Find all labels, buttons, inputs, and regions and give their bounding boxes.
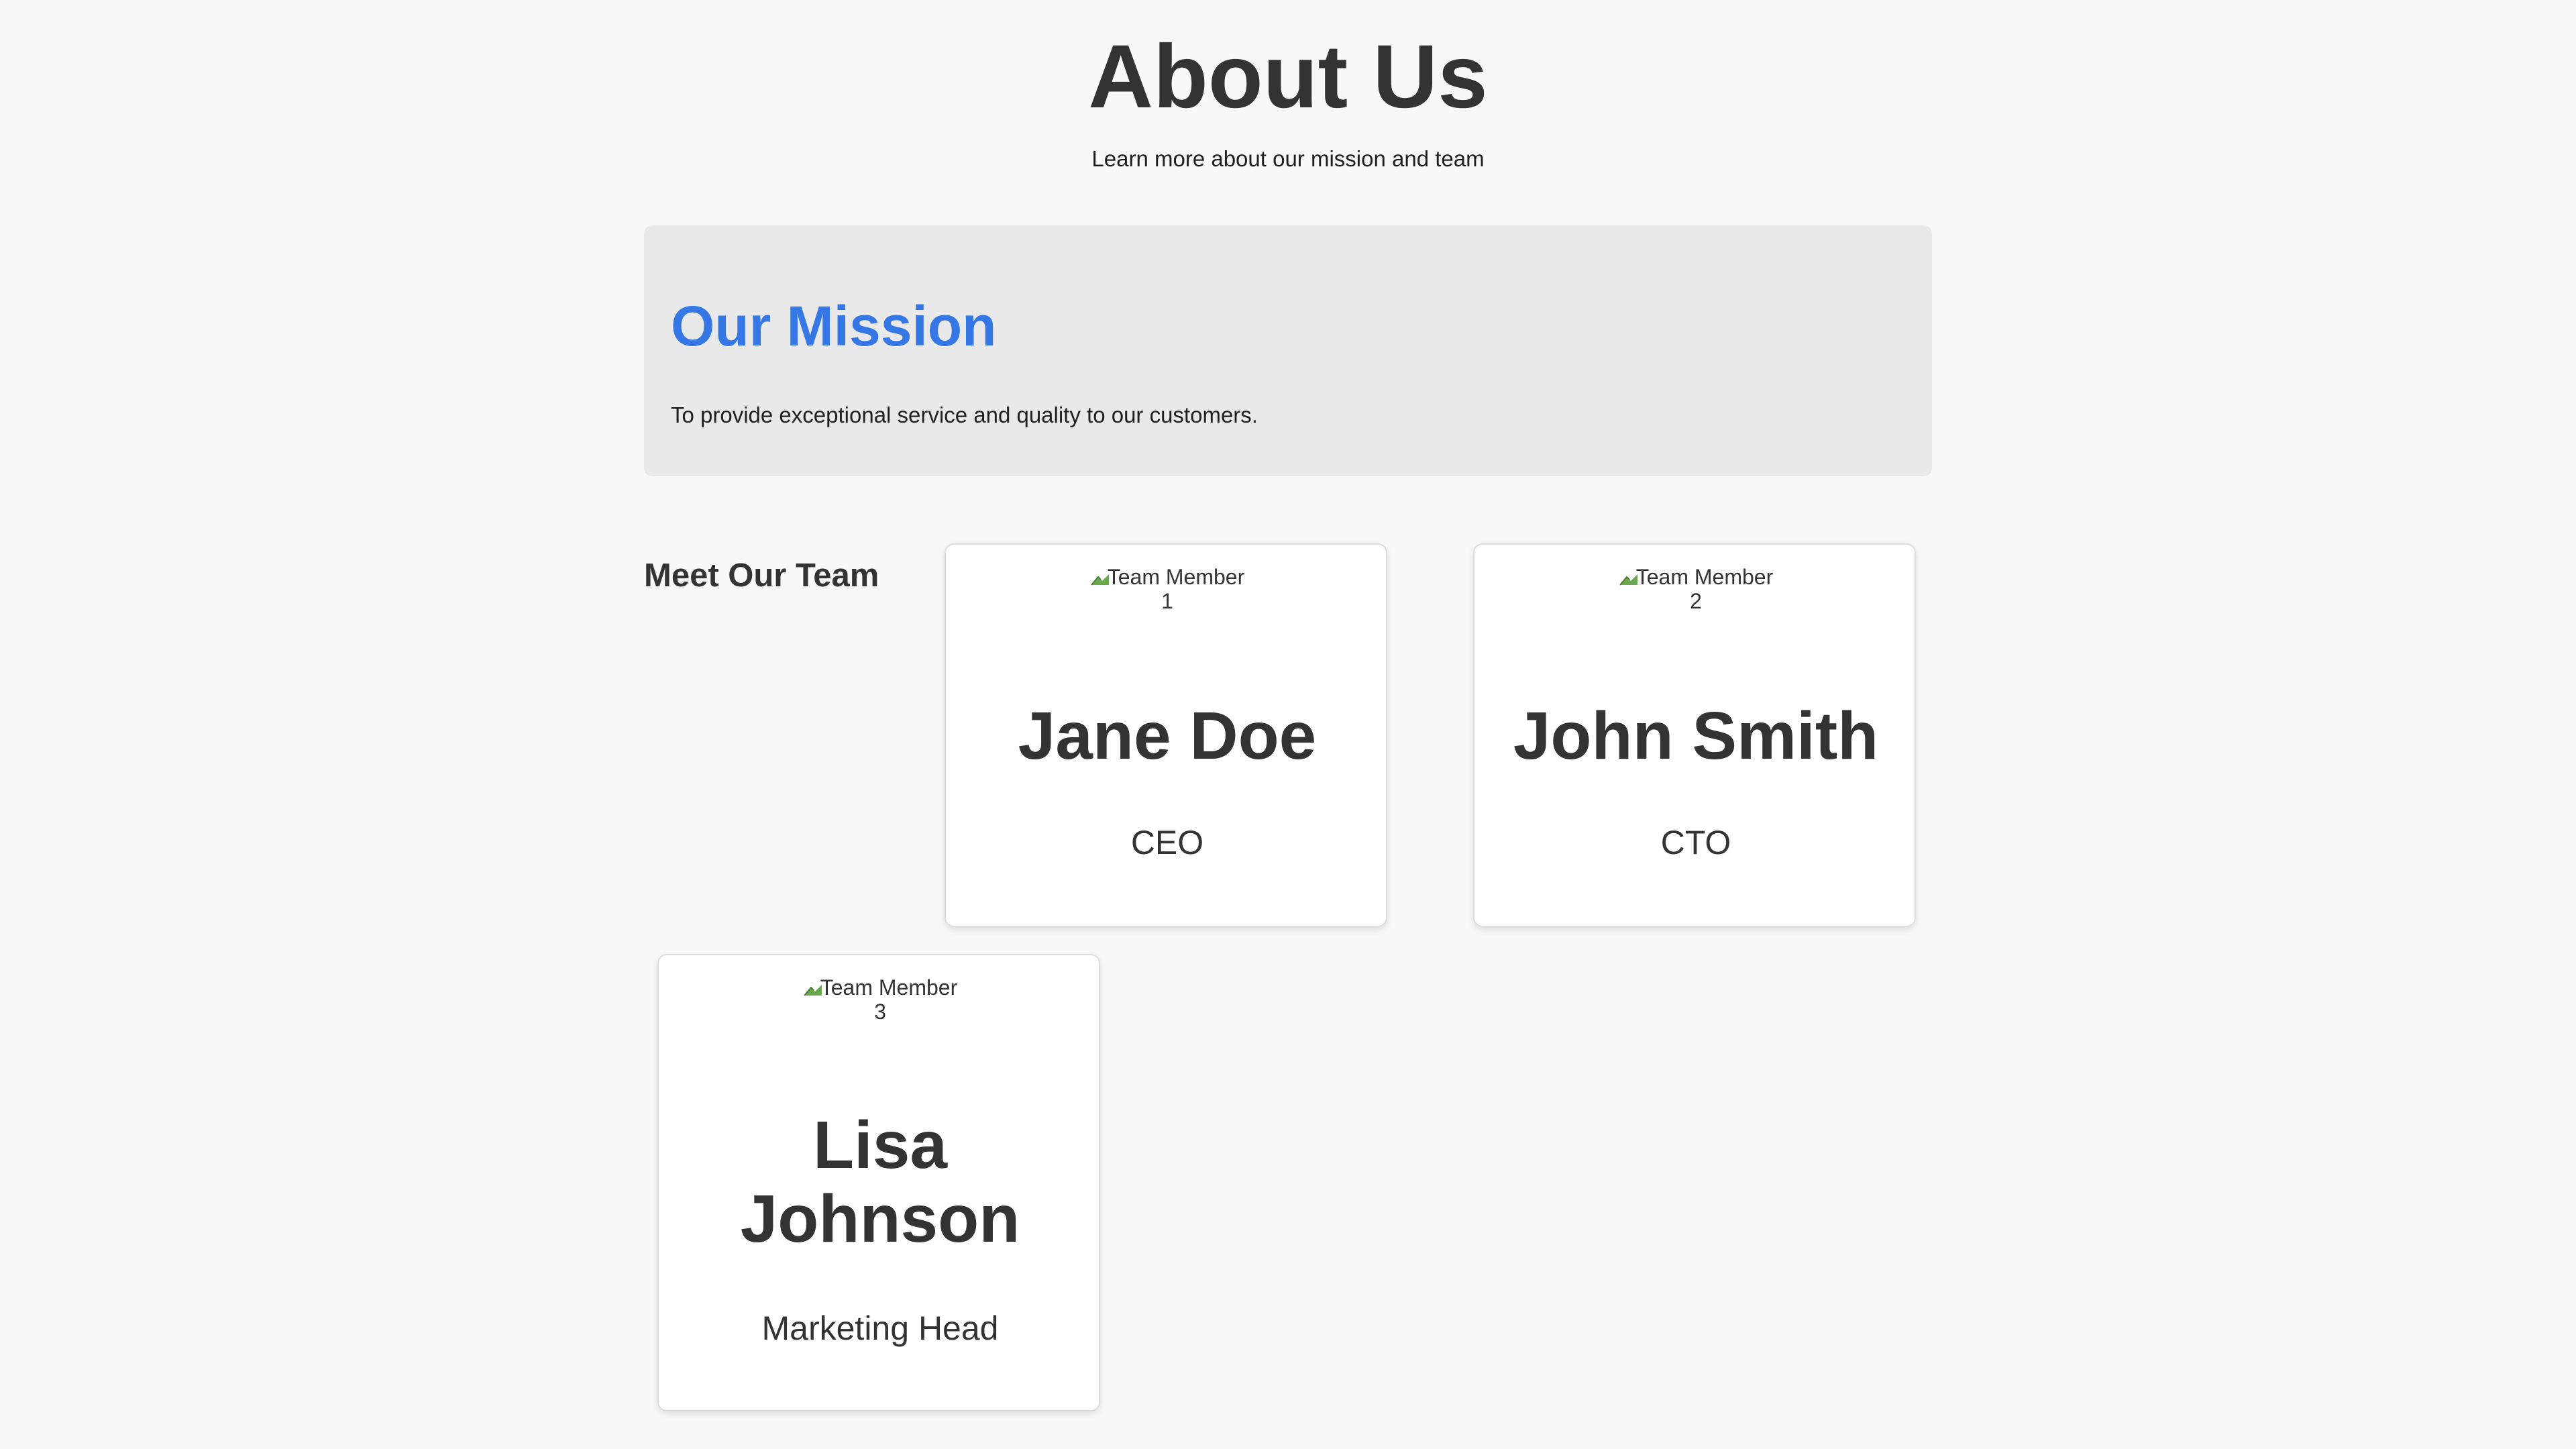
team-member-role: CTO [1660,824,1731,861]
team-member-name: Lisa Johnson [740,1108,1020,1256]
team-member-name: Jane Doe [1018,698,1317,773]
page-subtitle: Learn more about our mission and team [1091,146,1485,171]
team-card-2: Team Member 2 John Smith CTO [1473,543,1916,927]
team-member-role: Marketing Head [761,1309,999,1347]
team-member-photo: Team Member 1 [1089,565,1246,613]
team-member-photo-alt: Team Member 3 [820,975,958,1024]
team-member-role: CEO [1130,824,1204,861]
team-member-photo-alt: Team Member 1 [1107,565,1245,613]
team-member-photo: Team Member 3 [802,975,959,1024]
team-member-name: John Smith [1513,698,1879,773]
mission-section: Our Mission [644,225,1932,476]
team-member-photo: Team Member 2 [1617,565,1774,613]
team-card-3: Team Member 3 Lisa Johnson Marketing Hea… [657,954,1100,1411]
team-heading: Meet Our Team [644,557,879,594]
team-member-photo-alt: Team Member 2 [1635,565,1774,613]
about-page: About Us Learn more about our mission an… [0,0,2576,1449]
page-title: About Us [1088,27,1488,127]
team-card-1: Team Member 1 Jane Doe CEO [945,543,1387,927]
mission-text: To provide exceptional service and quali… [671,402,1258,427]
mission-title: Our Mission [671,294,997,358]
